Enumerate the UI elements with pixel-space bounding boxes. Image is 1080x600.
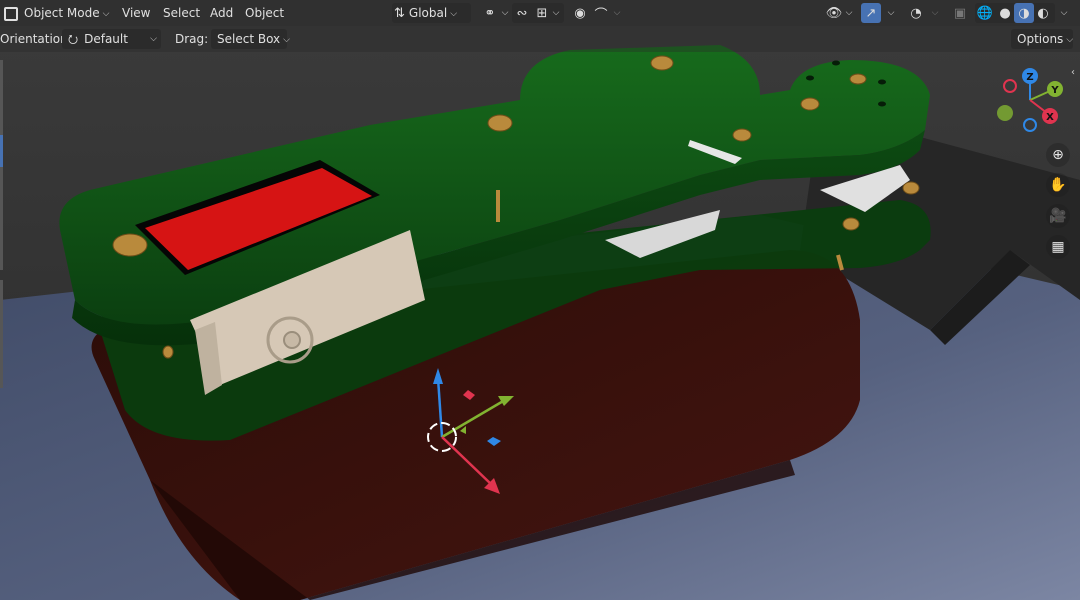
tool-settings-bar: Orientation: ⭮ Default ⌵ Drag: Select Box ⌵… (0, 26, 1080, 52)
transform-orientation-dropdown[interactable]: ⇅ Global ⌵ (392, 3, 471, 23)
menu-select[interactable]: Select (163, 3, 200, 23)
zoom-icon[interactable]: ⊕ (1046, 143, 1070, 167)
servo-gear-center (283, 331, 301, 349)
transform-orientation-icon: ⇅ (394, 6, 405, 21)
wireframe-shading-icon[interactable]: 🌐 (975, 3, 995, 23)
toolbar-edge-lower[interactable] (0, 280, 3, 388)
chevron-down-icon: ⌵ (102, 8, 110, 19)
chevron-down-icon: ⌵ (283, 34, 290, 45)
gizmo-neg-y (997, 105, 1013, 121)
object-mode-icon (4, 6, 18, 21)
orientation-value: Default (84, 32, 128, 46)
grid-icon[interactable]: ▦ (1046, 235, 1070, 259)
sidebar-toggle-icon[interactable]: ‹ (1071, 66, 1080, 80)
gizmo-icon[interactable]: ↗ (861, 3, 881, 23)
mode-label: Object Mode (24, 6, 100, 20)
drag-dropdown[interactable]: Select Box ⌵ (211, 29, 290, 49)
menu-object[interactable]: Object (245, 3, 284, 23)
orientation-axes-icon: ⭮ (68, 32, 79, 46)
drag-value: Select Box (217, 32, 281, 46)
rendered-shading-icon[interactable]: ◐ (1033, 3, 1053, 23)
shading-chevron-icon[interactable]: ⌵ (1054, 3, 1074, 23)
drag-label: Drag: (175, 32, 209, 46)
gizmo-chevron-icon[interactable]: ⌵ (881, 3, 901, 23)
chevron-down-icon: ⌵ (450, 8, 458, 19)
options-label: Options (1017, 32, 1064, 46)
solid-shading-icon[interactable]: ● (995, 3, 1015, 23)
material-shading-icon[interactable]: ◑ (1014, 3, 1034, 23)
gizmo-z-label: Z (1026, 72, 1033, 83)
transform-orientation-label: Global (408, 6, 448, 20)
proportional-editing-icon[interactable]: ◉ (570, 3, 590, 23)
snap-chevron-icon[interactable]: ⌵ (546, 3, 566, 23)
chevron-down-icon: ⌵ (1066, 34, 1074, 45)
overlays-chevron-icon[interactable]: ⌵ (925, 3, 945, 23)
chevron-down-icon: ⌵ (150, 34, 157, 44)
gizmo-x-label: X (1046, 112, 1054, 123)
camera-icon[interactable]: 🎥 (1046, 204, 1070, 228)
hand-icon[interactable]: ✋ (1046, 173, 1070, 197)
gizmo-y-label: Y (1050, 85, 1059, 96)
toolbar-active-tab[interactable] (0, 135, 3, 167)
overlays-icon[interactable]: ◔ (906, 3, 926, 23)
viewport-header: Object Mode ⌵ View Select Add Object ⇅ Glo… (0, 0, 1080, 26)
visibility-chevron-icon[interactable]: ⌵ (839, 3, 859, 23)
menu-view[interactable]: View (122, 3, 150, 23)
mode-selector[interactable]: Object Mode ⌵ (0, 3, 112, 23)
options-dropdown[interactable]: Options ⌵ (1011, 29, 1073, 49)
menu-add[interactable]: Add (210, 3, 233, 23)
xray-icon[interactable]: ▣ (950, 3, 970, 23)
orientation-dropdown[interactable]: ⭮ Default ⌵ (62, 29, 161, 49)
falloff-chevron-icon[interactable]: ⌵ (607, 3, 627, 23)
3d-viewport[interactable]: Z Y X (0, 0, 1080, 600)
snap-icon[interactable]: ∾ (512, 3, 532, 23)
